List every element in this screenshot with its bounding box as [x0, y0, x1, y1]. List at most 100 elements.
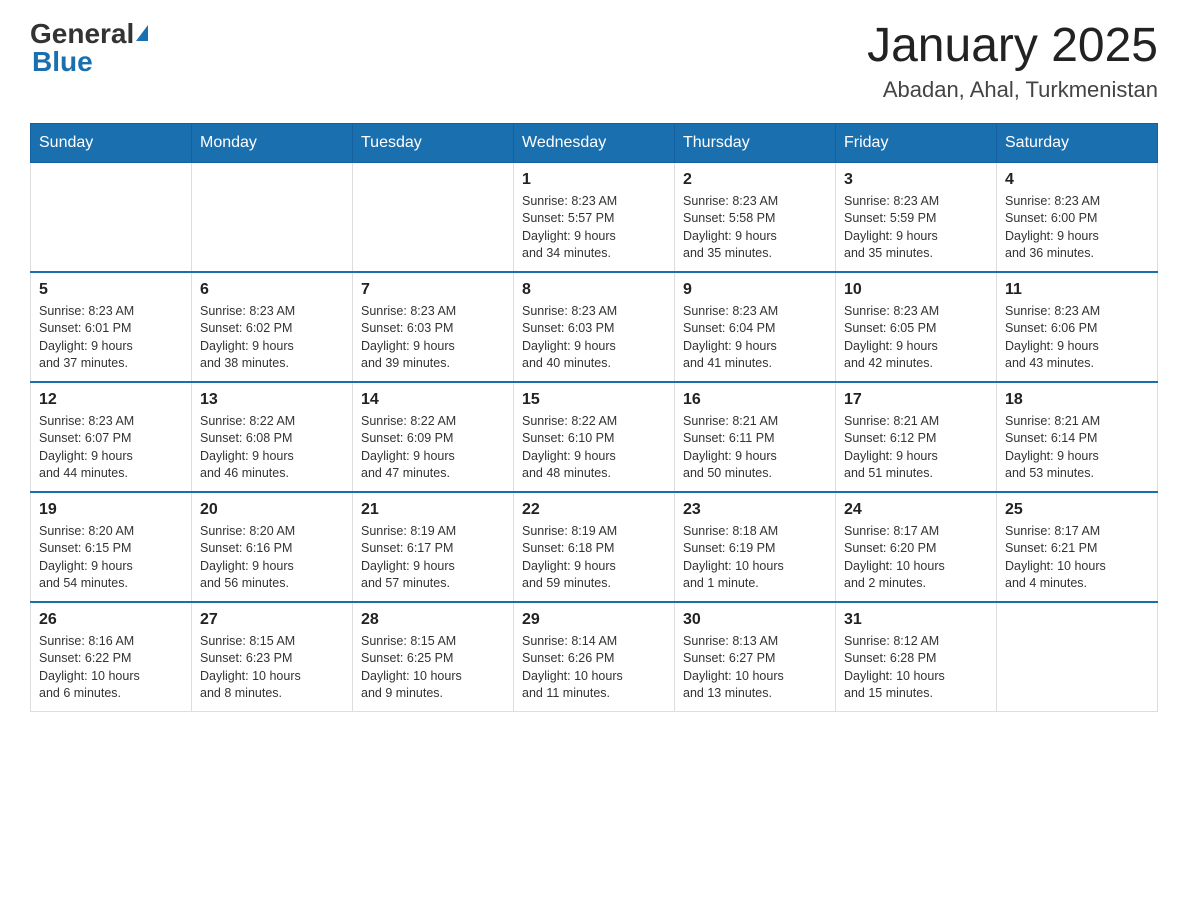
day-info: Sunrise: 8:23 AM Sunset: 6:04 PM Dayligh… — [683, 303, 827, 373]
table-row: 8 Sunrise: 8:23 AM Sunset: 6:03 PM Daylig… — [514, 272, 675, 382]
table-row: 9 Sunrise: 8:23 AM Sunset: 6:04 PM Daylig… — [675, 272, 836, 382]
table-row: 3Sunrise: 8:23 AM Sunset: 5:59 PM Daylig… — [836, 162, 997, 272]
col-saturday: Saturday — [997, 123, 1158, 162]
day-info: Sunrise: 8:22 AM Sunset: 6:09 PM Dayligh… — [361, 413, 505, 483]
day-number: 9 — [683, 281, 827, 299]
table-row: 17Sunrise: 8:21 AM Sunset: 6:12 PM Dayli… — [836, 382, 997, 492]
day-number: 31 — [844, 611, 988, 629]
day-info: Sunrise: 8:20 AM Sunset: 6:16 PM Dayligh… — [200, 523, 344, 593]
logo-wordmark: General Blue — [30, 20, 148, 76]
table-row: 13 Sunrise: 8:22 AM Sunset: 6:08 PM Dayli… — [192, 382, 353, 492]
logo-blue-text: Blue — [32, 46, 93, 77]
day-info: Sunrise: 8:14 AM Sunset: 6:26 PM Dayligh… — [522, 633, 666, 703]
table-row — [192, 162, 353, 272]
table-row: 28 Sunrise: 8:15 AM Sunset: 6:25 PM Dayli… — [353, 602, 514, 712]
table-row: 31 Sunrise: 8:12 AM Sunset: 6:28 PM Dayli… — [836, 602, 997, 712]
day-info: Sunrise: 8:17 AM Sunset: 6:20 PM Dayligh… — [844, 523, 988, 593]
day-number: 1 — [522, 171, 666, 189]
table-row: 26Sunrise: 8:16 AM Sunset: 6:22 PM Dayli… — [31, 602, 192, 712]
table-row: 12 Sunrise: 8:23 AM Sunset: 6:07 PM Dayli… — [31, 382, 192, 492]
day-number: 29 — [522, 611, 666, 629]
table-row: 27 Sunrise: 8:15 AM Sunset: 6:23 PM Dayli… — [192, 602, 353, 712]
title-block: January 2025 Abadan, Ahal, Turkmenistan — [867, 20, 1158, 103]
day-info: Sunrise: 8:15 AM Sunset: 6:25 PM Dayligh… — [361, 633, 505, 703]
day-number: 8 — [522, 281, 666, 299]
day-info: Sunrise: 8:23 AM Sunset: 6:02 PM Dayligh… — [200, 303, 344, 373]
month-title: January 2025 — [867, 20, 1158, 73]
table-row: 11Sunrise: 8:23 AM Sunset: 6:06 PM Dayli… — [997, 272, 1158, 382]
table-row: 23 Sunrise: 8:18 AM Sunset: 6:19 PM Dayli… — [675, 492, 836, 602]
col-friday: Friday — [836, 123, 997, 162]
calendar-week-row: 1 Sunrise: 8:23 AM Sunset: 5:57 PM Daylig… — [31, 162, 1158, 272]
table-row: 1 Sunrise: 8:23 AM Sunset: 5:57 PM Daylig… — [514, 162, 675, 272]
page-header: General Blue January 2025 Abadan, Ahal, … — [30, 20, 1158, 103]
table-row: 10 Sunrise: 8:23 AM Sunset: 6:05 PM Dayli… — [836, 272, 997, 382]
day-number: 10 — [844, 281, 988, 299]
logo-triangle-icon — [136, 25, 148, 41]
day-number: 22 — [522, 501, 666, 519]
day-number: 5 — [39, 281, 183, 299]
day-number: 6 — [200, 281, 344, 299]
day-info: Sunrise: 8:23 AM Sunset: 5:57 PM Dayligh… — [522, 193, 666, 263]
day-info: Sunrise: 8:20 AM Sunset: 6:15 PM Dayligh… — [39, 523, 183, 593]
col-monday: Monday — [192, 123, 353, 162]
table-row: 14Sunrise: 8:22 AM Sunset: 6:09 PM Dayli… — [353, 382, 514, 492]
day-info: Sunrise: 8:23 AM Sunset: 6:07 PM Dayligh… — [39, 413, 183, 483]
day-info: Sunrise: 8:23 AM Sunset: 6:03 PM Dayligh… — [361, 303, 505, 373]
day-number: 28 — [361, 611, 505, 629]
day-info: Sunrise: 8:22 AM Sunset: 6:10 PM Dayligh… — [522, 413, 666, 483]
table-row: 18 Sunrise: 8:21 AM Sunset: 6:14 PM Dayli… — [997, 382, 1158, 492]
table-row: 22 Sunrise: 8:19 AM Sunset: 6:18 PM Dayli… — [514, 492, 675, 602]
calendar-week-row: 26Sunrise: 8:16 AM Sunset: 6:22 PM Dayli… — [31, 602, 1158, 712]
table-row: 4Sunrise: 8:23 AM Sunset: 6:00 PM Daylig… — [997, 162, 1158, 272]
day-info: Sunrise: 8:23 AM Sunset: 6:05 PM Dayligh… — [844, 303, 988, 373]
table-row: 30 Sunrise: 8:13 AM Sunset: 6:27 PM Dayli… — [675, 602, 836, 712]
logo: General Blue — [30, 20, 148, 76]
day-info: Sunrise: 8:21 AM Sunset: 6:14 PM Dayligh… — [1005, 413, 1149, 483]
table-row: 7Sunrise: 8:23 AM Sunset: 6:03 PM Daylig… — [353, 272, 514, 382]
calendar-table: Sunday Monday Tuesday Wednesday Thursday… — [30, 123, 1158, 712]
day-number: 21 — [361, 501, 505, 519]
day-number: 12 — [39, 391, 183, 409]
table-row: 20 Sunrise: 8:20 AM Sunset: 6:16 PM Dayli… — [192, 492, 353, 602]
day-info: Sunrise: 8:12 AM Sunset: 6:28 PM Dayligh… — [844, 633, 988, 703]
day-info: Sunrise: 8:23 AM Sunset: 5:58 PM Dayligh… — [683, 193, 827, 263]
table-row: 21Sunrise: 8:19 AM Sunset: 6:17 PM Dayli… — [353, 492, 514, 602]
day-number: 16 — [683, 391, 827, 409]
day-number: 4 — [1005, 171, 1149, 189]
day-info: Sunrise: 8:23 AM Sunset: 5:59 PM Dayligh… — [844, 193, 988, 263]
day-number: 30 — [683, 611, 827, 629]
day-info: Sunrise: 8:15 AM Sunset: 6:23 PM Dayligh… — [200, 633, 344, 703]
day-number: 20 — [200, 501, 344, 519]
table-row: 15 Sunrise: 8:22 AM Sunset: 6:10 PM Dayli… — [514, 382, 675, 492]
day-info: Sunrise: 8:21 AM Sunset: 6:12 PM Dayligh… — [844, 413, 988, 483]
day-info: Sunrise: 8:23 AM Sunset: 6:03 PM Dayligh… — [522, 303, 666, 373]
col-thursday: Thursday — [675, 123, 836, 162]
day-number: 27 — [200, 611, 344, 629]
day-number: 26 — [39, 611, 183, 629]
day-number: 15 — [522, 391, 666, 409]
day-info: Sunrise: 8:13 AM Sunset: 6:27 PM Dayligh… — [683, 633, 827, 703]
table-row: 2Sunrise: 8:23 AM Sunset: 5:58 PM Daylig… — [675, 162, 836, 272]
calendar-header-row: Sunday Monday Tuesday Wednesday Thursday… — [31, 123, 1158, 162]
table-row: 5 Sunrise: 8:23 AM Sunset: 6:01 PM Daylig… — [31, 272, 192, 382]
calendar-week-row: 5 Sunrise: 8:23 AM Sunset: 6:01 PM Daylig… — [31, 272, 1158, 382]
table-row: 29 Sunrise: 8:14 AM Sunset: 6:26 PM Dayli… — [514, 602, 675, 712]
day-info: Sunrise: 8:23 AM Sunset: 6:06 PM Dayligh… — [1005, 303, 1149, 373]
day-number: 18 — [1005, 391, 1149, 409]
day-number: 23 — [683, 501, 827, 519]
day-number: 13 — [200, 391, 344, 409]
day-info: Sunrise: 8:23 AM Sunset: 6:01 PM Dayligh… — [39, 303, 183, 373]
col-wednesday: Wednesday — [514, 123, 675, 162]
table-row — [997, 602, 1158, 712]
day-info: Sunrise: 8:18 AM Sunset: 6:19 PM Dayligh… — [683, 523, 827, 593]
table-row: 24Sunrise: 8:17 AM Sunset: 6:20 PM Dayli… — [836, 492, 997, 602]
col-sunday: Sunday — [31, 123, 192, 162]
day-info: Sunrise: 8:19 AM Sunset: 6:18 PM Dayligh… — [522, 523, 666, 593]
col-tuesday: Tuesday — [353, 123, 514, 162]
location-title: Abadan, Ahal, Turkmenistan — [867, 77, 1158, 103]
calendar-week-row: 19Sunrise: 8:20 AM Sunset: 6:15 PM Dayli… — [31, 492, 1158, 602]
table-row — [31, 162, 192, 272]
table-row: 16Sunrise: 8:21 AM Sunset: 6:11 PM Dayli… — [675, 382, 836, 492]
day-info: Sunrise: 8:22 AM Sunset: 6:08 PM Dayligh… — [200, 413, 344, 483]
